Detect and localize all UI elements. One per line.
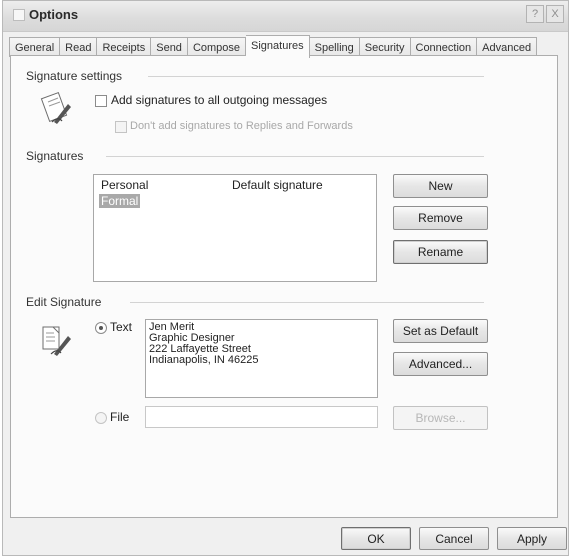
tab-signatures[interactable]: Signatures [246, 35, 310, 58]
signature-line: Indianapolis, IN 46225 [149, 354, 259, 366]
advanced-button[interactable]: Advanced... [393, 352, 488, 376]
window-title: Options [29, 7, 79, 22]
browse-button[interactable]: Browse... [393, 406, 488, 430]
tab-read[interactable]: Read [60, 37, 98, 57]
signature-pen-icon [40, 92, 71, 124]
tab-connection[interactable]: Connection [410, 37, 478, 57]
signatures-heading: Signatures [26, 149, 90, 163]
remove-button[interactable]: Remove [393, 206, 488, 230]
list-item-formal[interactable]: Formal [99, 194, 141, 208]
text-radio[interactable] [95, 322, 107, 334]
apply-button[interactable]: Apply [497, 527, 567, 550]
tab-advanced[interactable]: Advanced [477, 37, 538, 57]
dont-add-replies-checkbox[interactable] [115, 121, 127, 133]
set-as-default-button[interactable]: Set as Default [393, 319, 488, 343]
tab-receipts[interactable]: Receipts [97, 37, 152, 57]
signature-settings-heading: Signature settings [26, 69, 129, 83]
tab-compose[interactable]: Compose [187, 37, 247, 57]
new-button[interactable]: New [393, 174, 488, 198]
tab-security[interactable]: Security [359, 37, 411, 57]
title-bar[interactable]: Options ? X [3, 1, 568, 32]
title-buttons: ? X [526, 5, 564, 23]
signature-text-editor[interactable]: Jen Merit Graphic Designer 222 Laffayett… [145, 319, 378, 398]
close-button[interactable]: X [546, 5, 564, 23]
help-button[interactable]: ? [526, 5, 544, 23]
file-radio-label: File [110, 410, 130, 424]
default-signature-note: Default signature [232, 178, 323, 192]
add-signatures-checkbox[interactable] [95, 95, 107, 107]
rename-button[interactable]: Rename [393, 240, 488, 264]
edit-signature-heading: Edit Signature [26, 295, 108, 309]
tab-strip: General Read Receipts Send Compose Signa… [9, 35, 538, 58]
file-path-input[interactable] [145, 406, 378, 428]
add-signatures-label: Add signatures to all outgoing messages [111, 93, 328, 107]
text-radio-label: Text [110, 320, 133, 334]
divider [148, 76, 484, 77]
tab-spelling[interactable]: Spelling [309, 37, 360, 57]
ok-button[interactable]: OK [341, 527, 411, 550]
list-item-personal[interactable]: Personal [101, 178, 148, 192]
signatures-list[interactable]: Personal Default signature Formal [93, 174, 377, 282]
window-icon [13, 9, 25, 21]
cancel-button[interactable]: Cancel [419, 527, 489, 550]
file-radio[interactable] [95, 412, 107, 424]
divider [130, 302, 484, 303]
tab-send[interactable]: Send [151, 37, 188, 57]
divider [106, 156, 484, 157]
tab-general[interactable]: General [9, 37, 61, 57]
document-pen-icon [42, 326, 71, 356]
dont-add-replies-label: Don't add signatures to Replies and Forw… [130, 120, 353, 132]
